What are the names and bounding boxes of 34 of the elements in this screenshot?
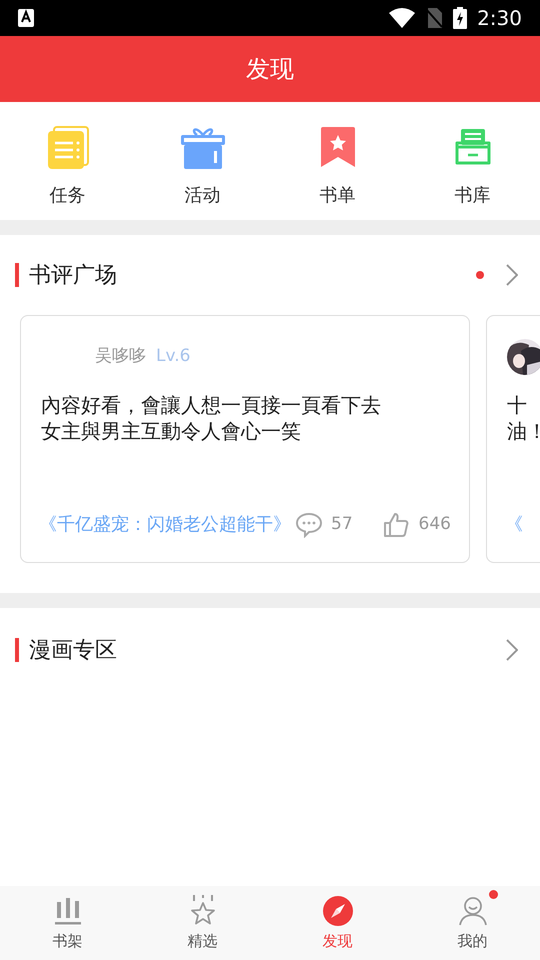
review-card[interactable]: 吴哆哆 Lv.6 內容好看，會讓人想一頁接一頁看下去 女主與男主互動令人會心一笑 《千亿盛宠：闪婚老公超能干》 57 646 bbox=[20, 315, 470, 563]
review-text: 內容好看，會讓人想一頁接一頁看下去 女主與男主互動令人會心一笑 bbox=[41, 392, 382, 444]
page-title: 发现 bbox=[246, 54, 294, 85]
wifi-icon bbox=[389, 8, 416, 28]
bookmark-star-icon[interactable] bbox=[320, 127, 354, 167]
no-sim-icon bbox=[425, 8, 444, 28]
like-count: 646 bbox=[418, 512, 451, 536]
inbox-tray-icon[interactable] bbox=[454, 129, 490, 165]
compass-icon bbox=[322, 896, 352, 926]
clock-time: 2:30 bbox=[477, 5, 522, 32]
chevron-right-icon[interactable] bbox=[506, 264, 518, 286]
shortcut-label[interactable]: 活动 bbox=[184, 182, 220, 209]
chevron-right-icon[interactable] bbox=[506, 639, 518, 661]
notification-icon bbox=[18, 9, 34, 27]
user-level: Lv.6 bbox=[156, 345, 190, 368]
review-card[interactable]: 十 油！ 《 bbox=[486, 315, 540, 563]
tab-item[interactable]: 发现 bbox=[270, 886, 405, 960]
person-icon bbox=[458, 896, 488, 926]
section-title: 书评广场 bbox=[29, 262, 117, 290]
shortcut-label[interactable]: 书单 bbox=[320, 182, 356, 209]
star-icon bbox=[188, 894, 216, 926]
shortcut-label[interactable]: 书库 bbox=[454, 182, 490, 209]
tab-item[interactable]: 我的 bbox=[405, 886, 540, 960]
comment-count: 57 bbox=[331, 512, 353, 536]
comment-icon[interactable] bbox=[295, 512, 323, 538]
shortcut-label[interactable]: 任务 bbox=[50, 182, 86, 209]
bookshelf-icon bbox=[54, 896, 82, 926]
battery-icon bbox=[453, 7, 468, 29]
tab-item[interactable]: 精选 bbox=[135, 886, 270, 960]
thumbs-up-icon[interactable] bbox=[382, 512, 409, 538]
document-stack-icon[interactable] bbox=[46, 125, 90, 169]
section-title: 漫画专区 bbox=[29, 636, 117, 664]
tab-item[interactable]: 书架 bbox=[0, 886, 135, 960]
review-text: 十 油！ bbox=[507, 392, 540, 444]
